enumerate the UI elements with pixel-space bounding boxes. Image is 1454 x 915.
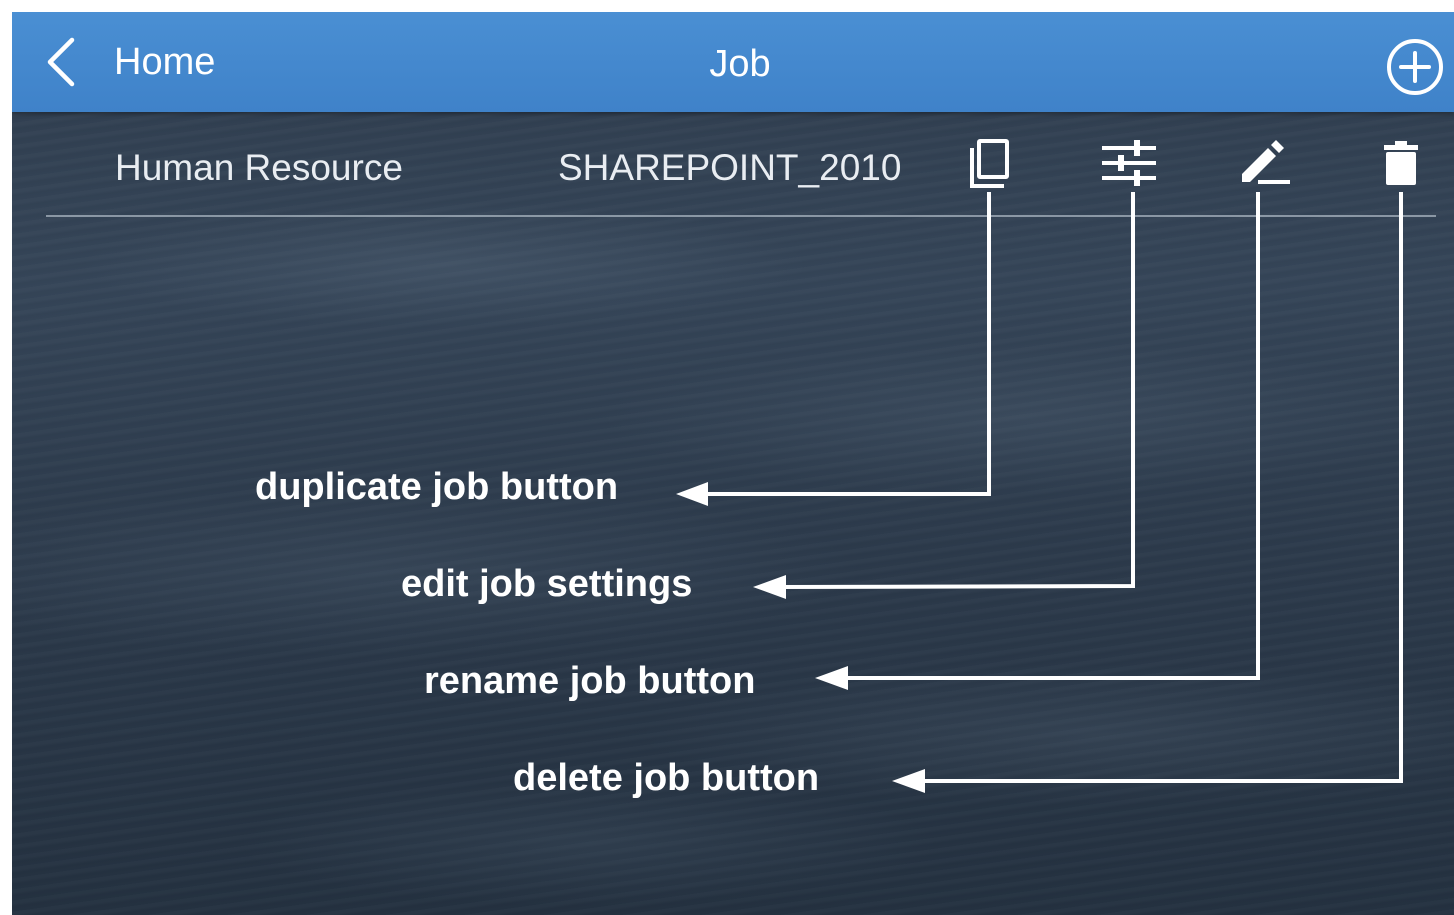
app-screen: Home Job Human Resource SHAREPOINT_2010	[12, 12, 1454, 915]
edit-settings-button[interactable]	[1100, 134, 1160, 194]
job-source: SHAREPOINT_2010	[558, 147, 902, 188]
callout-arrow-duplicate	[676, 192, 991, 506]
job-list-item[interactable]: Human Resource SHAREPOINT_2010	[12, 112, 1454, 218]
delete-job-button[interactable]	[1371, 134, 1431, 194]
callout-settings: edit job settings	[401, 563, 693, 605]
pencil-icon[interactable]	[1234, 134, 1294, 194]
job-name: Human Resource	[115, 147, 403, 188]
trash-icon[interactable]	[1371, 134, 1431, 194]
callout-arrow-delete	[892, 192, 1403, 793]
callout-rename: rename job button	[424, 660, 756, 702]
callout-duplicate: duplicate job button	[255, 466, 619, 508]
chevron-left-icon[interactable]	[42, 34, 82, 90]
callout-delete: delete job button	[513, 757, 820, 799]
sliders-icon[interactable]	[1100, 134, 1160, 194]
page-title: Job	[709, 43, 771, 85]
add-job-button[interactable]	[1384, 36, 1446, 98]
duplicate-job-button[interactable]	[960, 134, 1020, 194]
row-divider	[46, 215, 1436, 217]
app-bar: Home Job	[12, 12, 1454, 112]
back-home-button[interactable]: Home	[42, 34, 215, 90]
back-label[interactable]: Home	[114, 34, 215, 90]
callout-arrow-settings	[753, 192, 1135, 599]
copy-icon[interactable]	[960, 134, 1020, 194]
callout-arrow-rename	[815, 192, 1260, 690]
rename-job-button[interactable]	[1234, 134, 1294, 194]
add-circle-icon[interactable]	[1384, 36, 1446, 98]
